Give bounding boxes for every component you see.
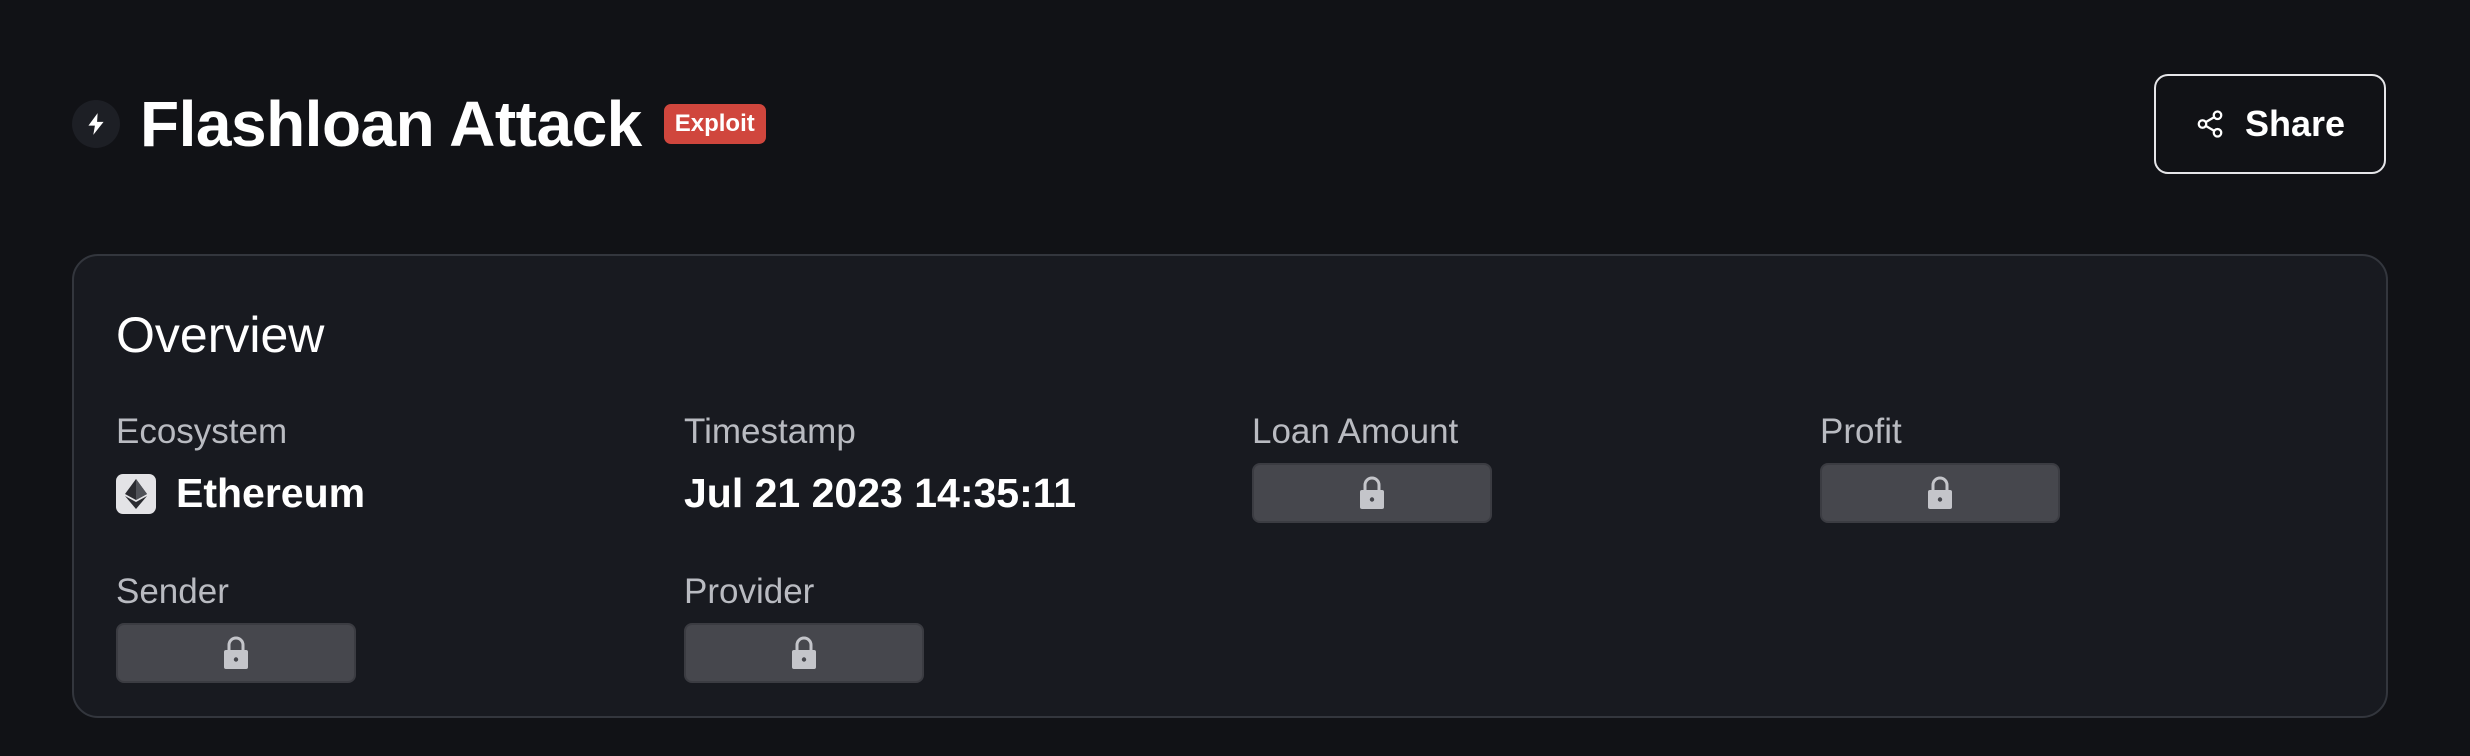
lightning-bolt-icon xyxy=(72,100,120,148)
lock-icon xyxy=(1928,476,1952,509)
page: Flashloan Attack Exploit Share Overview … xyxy=(0,0,2470,756)
timestamp-value: Jul 21 2023 14:35:11 xyxy=(684,470,1077,516)
provider-field: Provider xyxy=(684,574,924,683)
lock-icon xyxy=(1360,476,1384,509)
loan-amount-label: Loan Amount xyxy=(1252,412,1459,451)
share-label: Share xyxy=(2244,103,2346,144)
ecosystem-text: Ethereum xyxy=(176,470,366,516)
provider-label: Provider xyxy=(684,572,815,611)
share-icon xyxy=(2197,110,2223,138)
profit-field: Profit xyxy=(1820,414,2060,523)
overview-title: Overview xyxy=(116,307,325,363)
ethereum-icon xyxy=(116,473,156,514)
page-header: Flashloan Attack Exploit Share xyxy=(72,74,2386,174)
profit-locked[interactable] xyxy=(1820,463,2060,523)
ecosystem-value: Ethereum xyxy=(116,473,365,514)
share-button[interactable]: Share xyxy=(2154,74,2386,174)
sender-label: Sender xyxy=(116,572,229,611)
loan-amount-field: Loan Amount xyxy=(1252,414,1492,523)
profit-label: Profit xyxy=(1820,412,1902,451)
page-title: Flashloan Attack xyxy=(140,88,642,160)
ecosystem-field: Ecosystem Ethereum xyxy=(116,414,365,514)
lock-icon xyxy=(792,636,816,669)
provider-locked[interactable] xyxy=(684,623,924,683)
ecosystem-label: Ecosystem xyxy=(116,412,288,451)
sender-locked[interactable] xyxy=(116,623,356,683)
lock-icon xyxy=(224,636,248,669)
timestamp-field: Timestamp Jul 21 2023 14:35:11 xyxy=(684,414,1076,514)
loan-amount-locked[interactable] xyxy=(1252,463,1492,523)
overview-card: Overview Ecosystem Ethereum Timestamp Ju… xyxy=(72,254,2388,718)
timestamp-label: Timestamp xyxy=(684,412,856,451)
exploit-badge: Exploit xyxy=(663,104,766,144)
sender-field: Sender xyxy=(116,574,356,683)
